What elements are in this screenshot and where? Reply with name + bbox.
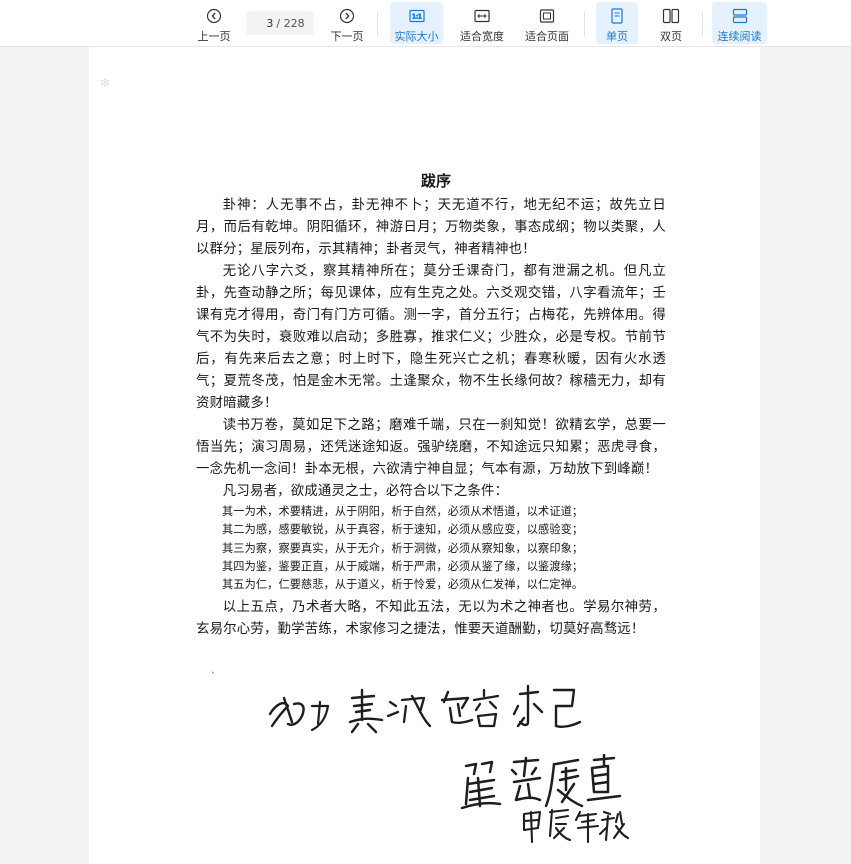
handwritten-motto xyxy=(262,676,592,736)
actual-size-icon: 1:1 xyxy=(408,7,426,25)
total-pages: / 228 xyxy=(276,16,305,30)
condition-item: 其四为鉴，鉴要正直，从于威端，析于严肃，必须从鉴了缘，以鉴渡缘； xyxy=(222,559,584,573)
double-page-icon xyxy=(662,7,680,25)
single-page-label: 单页 xyxy=(606,30,628,43)
prev-page-button[interactable]: 上一页 xyxy=(193,2,235,44)
fit-page-icon xyxy=(538,7,556,25)
condition-item: 其二为感，感要敏锐，从于真容，析于速知，必须从感应变，以感验变； xyxy=(222,523,584,537)
page-number-input[interactable] xyxy=(255,16,274,30)
scan-mark: ✻ xyxy=(100,76,111,90)
condition-item: 其三为察，察要真实，从于无介，析于洞微，必须从察知象，以察印象； xyxy=(222,541,584,555)
continuous-reading-button[interactable]: 连续阅读 xyxy=(712,2,767,44)
actual-size-button[interactable]: 1:1 实际大小 xyxy=(390,2,443,44)
toolbar-divider xyxy=(584,12,585,36)
chevron-right-circle-icon xyxy=(338,7,356,25)
scan-speck: ` xyxy=(211,672,216,682)
fit-width-button[interactable]: 适合宽度 xyxy=(458,2,506,44)
svg-text:1:1: 1:1 xyxy=(412,14,422,21)
reader-toolbar: 上一页 / 228 下一页 1:1 实际大小 适合宽度 适合页面 单页 xyxy=(0,0,851,47)
document-content: 跋序 卦神：人无事不占，卦无神不卜；天无道不行，地无纪不运；故先立日月，而后有乾… xyxy=(196,170,666,641)
actual-size-label: 实际大小 xyxy=(394,30,439,43)
paragraph: 无论八字六爻，察其精神所在；莫分壬课奇门，都有泄漏之机。但凡立卦，先查动静之所；… xyxy=(196,264,666,411)
toolbar-divider xyxy=(702,12,703,36)
continuous-reading-label: 连续阅读 xyxy=(717,30,762,43)
paragraph: 卦神：人无事不占，卦无神不卜；天无道不行，地无纪不运；故先立日月，而后有乾坤。阴… xyxy=(196,198,666,257)
next-page-button[interactable]: 下一页 xyxy=(326,2,368,44)
fit-page-button[interactable]: 适合页面 xyxy=(523,2,571,44)
condition-item: 其五为仁，仁要慈悲，从于道义，析于怜爱，必须从仁发禅，以仁定禅。 xyxy=(222,578,584,592)
condition-item: 其一为术，术要精进，从于阴阳，析于自然，必须从术悟道，以术证道； xyxy=(222,505,584,518)
paragraph: 读书万卷，莫如足下之路；磨难千端，只在一刹知觉！欲精玄学，总要一悟当先；演习周易… xyxy=(196,418,666,477)
double-page-button[interactable]: 双页 xyxy=(650,2,692,44)
closing-paragraph: 以上五点，乃术者大略，不知此五法，无以为术之神者也。学易尔神劳，玄易尔心劳，勤学… xyxy=(196,600,666,638)
handwritten-date xyxy=(520,806,630,846)
fit-page-label: 适合页面 xyxy=(525,30,569,43)
page-indicator: / 228 xyxy=(246,11,314,35)
next-page-label: 下一页 xyxy=(330,30,364,43)
single-page-icon xyxy=(608,7,626,25)
single-page-button[interactable]: 单页 xyxy=(596,2,638,44)
fit-width-icon xyxy=(473,7,491,25)
toolbar-divider xyxy=(377,12,378,36)
page-title: 跋序 xyxy=(420,172,451,190)
prev-page-label: 上一页 xyxy=(197,30,231,43)
double-page-label: 双页 xyxy=(660,30,682,43)
paragraph: 凡习易者，欲成通灵之士，必符合以下之条件： xyxy=(222,484,509,499)
fit-width-label: 适合宽度 xyxy=(460,30,504,43)
continuous-reading-icon xyxy=(731,7,749,25)
chevron-left-circle-icon xyxy=(205,7,223,25)
